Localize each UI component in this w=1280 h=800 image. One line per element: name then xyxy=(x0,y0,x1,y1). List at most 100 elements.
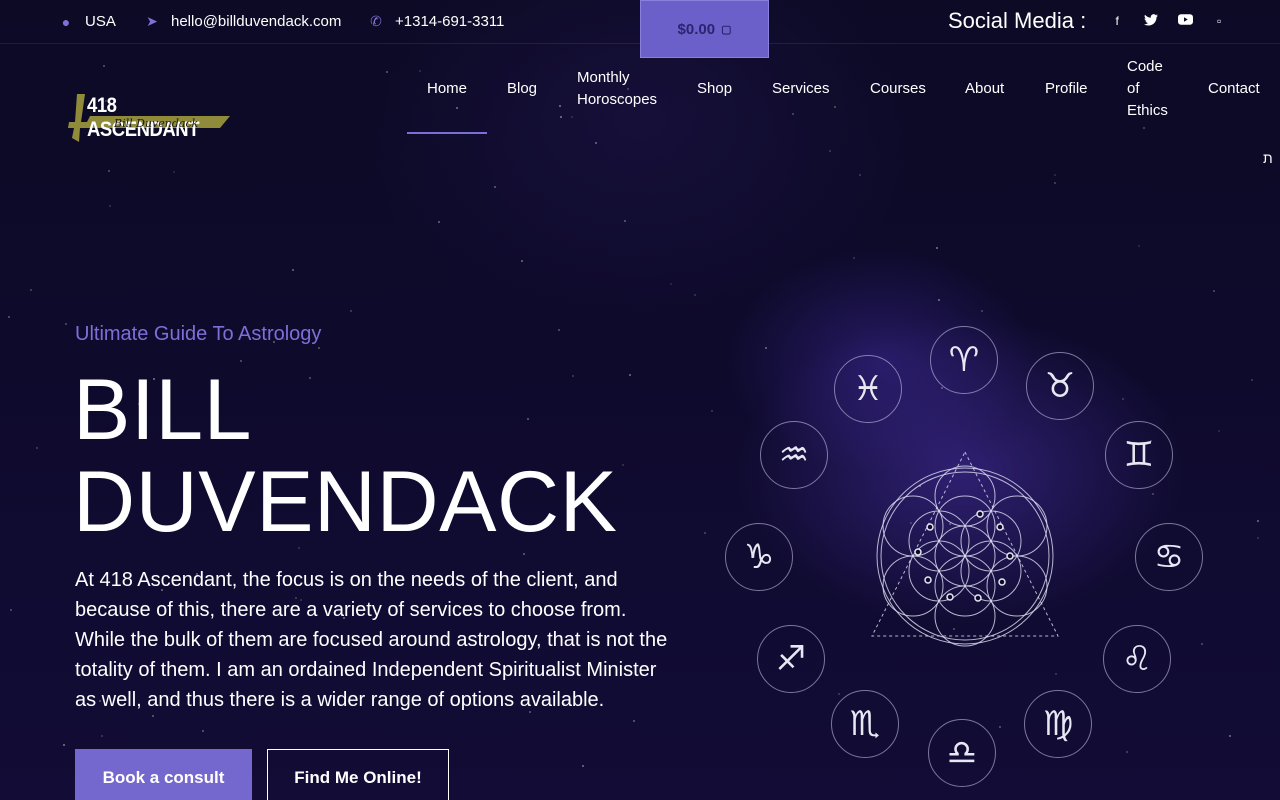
star xyxy=(1229,735,1231,737)
star xyxy=(1257,520,1259,522)
star xyxy=(670,283,672,285)
star xyxy=(834,106,836,108)
star xyxy=(521,260,523,262)
nav-blog[interactable]: Blog xyxy=(507,78,537,100)
cart-total: $0.00 xyxy=(677,20,716,38)
star xyxy=(582,765,584,767)
nav-shop[interactable]: Shop xyxy=(697,78,732,100)
star xyxy=(456,107,458,109)
star xyxy=(103,65,105,67)
paper-plane-icon: ➤ xyxy=(146,13,158,29)
nav-home[interactable]: Home xyxy=(427,78,467,100)
star xyxy=(1257,537,1259,539)
star xyxy=(571,116,573,118)
nav-services[interactable]: Services xyxy=(772,78,830,100)
star xyxy=(292,269,294,271)
zodiac-capricorn-icon: ♑ xyxy=(725,523,793,591)
star xyxy=(622,464,624,466)
map-pin-icon: ● xyxy=(61,13,71,30)
email-info[interactable]: ➤ hello@billduvendack.com xyxy=(143,13,341,30)
star xyxy=(1054,182,1056,184)
hero-subtitle: Ultimate Guide To Astrology xyxy=(75,323,322,345)
star xyxy=(629,374,631,376)
star xyxy=(101,735,103,737)
star xyxy=(558,329,560,331)
nav-code-of-ethics[interactable]: Code of Ethics xyxy=(1127,56,1171,122)
location-text: USA xyxy=(85,13,116,30)
phone-link[interactable]: +1314-691-3311 xyxy=(395,13,504,30)
star xyxy=(1251,379,1253,381)
hero-title-line2: DUVENDACK xyxy=(73,454,618,550)
star xyxy=(694,294,696,296)
logo-subtext: Bill Duvendack xyxy=(114,117,199,130)
zodiac-cancer-icon: ♋ xyxy=(1135,523,1203,591)
nav-monthly-horoscopes[interactable]: Monthly Horoscopes xyxy=(577,67,677,111)
star xyxy=(1138,245,1140,247)
zodiac-pisces-icon: ♓ xyxy=(834,355,902,423)
twitter-icon[interactable] xyxy=(1134,13,1168,29)
star xyxy=(63,744,65,746)
star xyxy=(1143,127,1145,129)
star xyxy=(108,170,110,172)
star xyxy=(711,410,713,412)
zodiac-scorpio-icon: ♏ xyxy=(831,690,899,758)
zodiac-virgo-icon: ♍ xyxy=(1024,690,1092,758)
star xyxy=(559,105,561,107)
zodiac-aquarius-icon: ♒ xyxy=(760,421,828,489)
phone-icon: ✆ xyxy=(370,13,382,29)
nav-courses[interactable]: Courses xyxy=(870,78,926,100)
menu-overflow-icon[interactable]: ת xyxy=(1263,150,1273,166)
cart-icon: ▢ xyxy=(721,23,732,36)
social-media-label: Social Media : xyxy=(948,8,1087,33)
star xyxy=(8,316,10,318)
star xyxy=(1054,174,1056,176)
star xyxy=(386,71,388,73)
star xyxy=(173,171,175,173)
hero-title-line1: BILL xyxy=(73,362,252,458)
star xyxy=(792,113,794,115)
star xyxy=(10,609,12,611)
zodiac-aries-icon: ♈ xyxy=(930,326,998,394)
youtube-icon[interactable] xyxy=(1168,14,1202,28)
star xyxy=(202,730,204,732)
star xyxy=(1213,290,1215,292)
zodiac-taurus-icon: ♉ xyxy=(1026,352,1094,420)
social-media-bar: Social Media : f ▫ xyxy=(948,8,1236,34)
star xyxy=(560,116,562,118)
zodiac-gemini-icon: ♊ xyxy=(1105,421,1173,489)
nav-profile[interactable]: Profile xyxy=(1045,78,1088,100)
zodiac-wheel: ♈ ♉ ♊ ♋ ♌ ♍ ♎ ♏ ♐ ♑ ♒ ♓ xyxy=(720,320,1210,800)
instagram-icon[interactable]: ▫ xyxy=(1202,14,1236,28)
facebook-icon[interactable]: f xyxy=(1100,14,1134,28)
book-consult-button[interactable]: Book a consult xyxy=(75,749,252,800)
star xyxy=(853,257,855,259)
star xyxy=(859,174,861,176)
star xyxy=(938,299,940,301)
site-logo[interactable]: 418 ASCENDANT Bill Duvendack xyxy=(68,92,238,144)
star xyxy=(30,289,32,291)
star xyxy=(318,347,320,349)
star xyxy=(633,720,635,722)
cart-button[interactable]: $0.00 ▢ xyxy=(640,0,769,58)
email-link[interactable]: hello@billduvendack.com xyxy=(171,13,341,30)
star xyxy=(1218,430,1220,432)
star xyxy=(152,715,154,717)
nav-contact[interactable]: Contact xyxy=(1208,78,1260,100)
star xyxy=(65,323,67,325)
phone-info[interactable]: ✆ +1314-691-3311 xyxy=(367,13,504,30)
star xyxy=(595,142,597,144)
star xyxy=(936,247,938,249)
star xyxy=(523,553,525,555)
star xyxy=(494,186,496,188)
nav-about[interactable]: About xyxy=(965,78,1004,100)
zodiac-sagittarius-icon: ♐ xyxy=(757,625,825,693)
star xyxy=(438,221,440,223)
star xyxy=(419,70,421,72)
star xyxy=(704,532,706,534)
star xyxy=(624,220,626,222)
find-me-online-button[interactable]: Find Me Online! xyxy=(267,749,449,800)
star xyxy=(109,205,111,207)
location-info: ● USA xyxy=(57,13,116,30)
zodiac-leo-icon: ♌ xyxy=(1103,625,1171,693)
star xyxy=(36,447,38,449)
